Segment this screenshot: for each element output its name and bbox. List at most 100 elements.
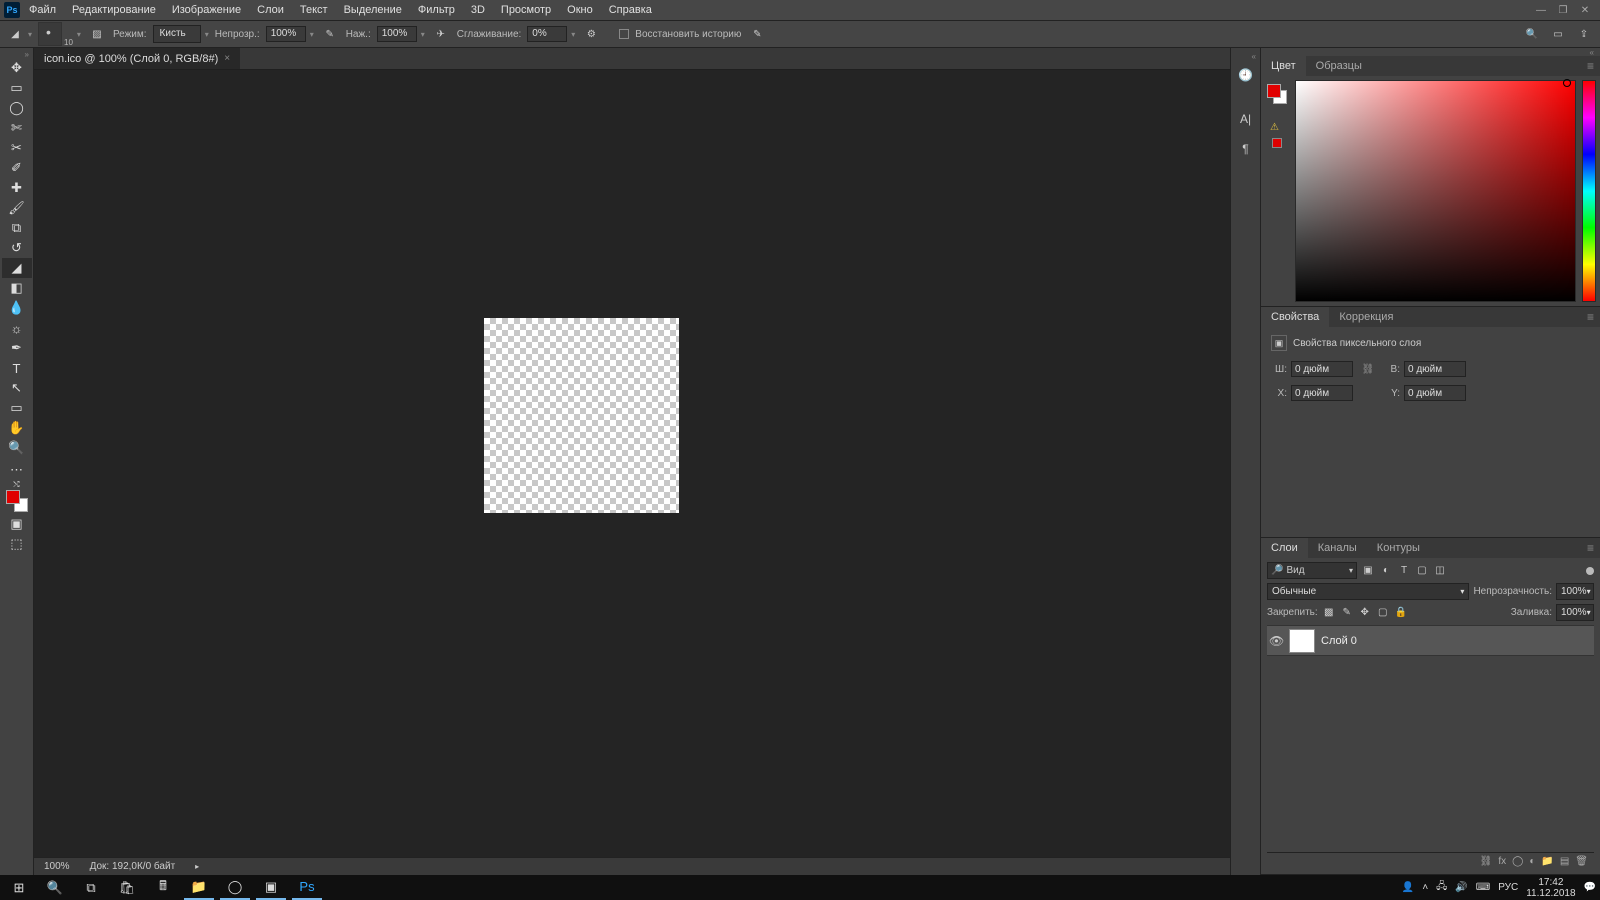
menu-file[interactable]: Файл	[22, 1, 63, 19]
tool-text[interactable]: T	[2, 358, 32, 378]
close-tab-icon[interactable]: ×	[224, 53, 230, 64]
tool-history-brush[interactable]: ↺	[2, 238, 32, 258]
tab-properties[interactable]: Свойства	[1261, 307, 1329, 327]
restore-history-checkbox[interactable]	[619, 29, 629, 39]
minimize-button[interactable]: ―	[1532, 3, 1550, 17]
explorer-button[interactable]: 📁	[184, 875, 214, 900]
tool-zoom[interactable]: 🔍	[2, 438, 32, 458]
search-button[interactable]: 🔍	[40, 875, 70, 900]
mask-icon[interactable]: ◯	[1512, 856, 1523, 867]
tab-paths[interactable]: Контуры	[1367, 538, 1430, 558]
tab-color[interactable]: Цвет	[1261, 56, 1306, 76]
app-button[interactable]: ▣	[256, 875, 286, 900]
keyboard-icon[interactable]: ⌨	[1476, 882, 1490, 893]
menu-window[interactable]: Окно	[560, 1, 600, 19]
tool-blur[interactable]: 💧	[2, 298, 32, 318]
photoshop-button[interactable]: Ps	[292, 875, 322, 900]
group-icon[interactable]: 📁	[1541, 856, 1553, 867]
search-icon[interactable]: 🔍	[1522, 24, 1542, 44]
filter-toggle[interactable]	[1586, 567, 1594, 575]
language-indicator[interactable]: РУС	[1498, 882, 1518, 893]
canvas-area[interactable]	[34, 70, 1230, 857]
tool-brush[interactable]: 🖌	[2, 198, 32, 218]
people-icon[interactable]: 👤	[1402, 882, 1414, 893]
layer-name-label[interactable]: Слой 0	[1321, 635, 1357, 647]
pressure-size-button[interactable]: ✎	[747, 24, 767, 44]
filter-smart-icon[interactable]: ◫	[1433, 564, 1447, 578]
pressure-opacity-button[interactable]: ✎	[320, 24, 340, 44]
layers-panel-menu-icon[interactable]: ≡	[1581, 541, 1600, 555]
lock-all-icon[interactable]: 🔒	[1394, 606, 1408, 620]
flow-input[interactable]: 100%	[377, 26, 417, 42]
menu-text[interactable]: Текст	[293, 1, 335, 19]
brush-panel-button[interactable]: ▨	[87, 24, 107, 44]
collapse-strip-icon[interactable]: «	[1252, 52, 1256, 56]
menu-layers[interactable]: Слои	[250, 1, 291, 19]
adjustment-layer-icon[interactable]: ◐	[1529, 856, 1535, 867]
layer-opacity-input[interactable]: 100%▾	[1556, 583, 1594, 600]
tool-quickmask[interactable]: ▣	[2, 514, 32, 534]
layer-row[interactable]: 👁 Слой 0	[1267, 626, 1594, 656]
menu-help[interactable]: Справка	[602, 1, 659, 19]
menu-select[interactable]: Выделение	[337, 1, 409, 19]
hue-slider[interactable]	[1582, 80, 1596, 302]
store-button[interactable]: 🛍	[112, 875, 142, 900]
lock-artboard-icon[interactable]: ▢	[1376, 606, 1390, 620]
share-icon[interactable]: ⇪	[1574, 24, 1594, 44]
workspace-icon[interactable]: ▭	[1548, 24, 1568, 44]
fx-icon[interactable]: fx	[1498, 856, 1506, 867]
lock-transparent-icon[interactable]: ▩	[1322, 606, 1336, 620]
menu-edit[interactable]: Редактирование	[65, 1, 163, 19]
new-layer-icon[interactable]: ▤	[1560, 856, 1569, 867]
color-swatch[interactable]	[6, 490, 28, 512]
clock[interactable]: 17:42 11.12.2018	[1526, 877, 1575, 899]
filter-pixel-icon[interactable]: ▣	[1361, 564, 1375, 578]
menu-image[interactable]: Изображение	[165, 1, 248, 19]
tool-screen-mode[interactable]: ⬚	[2, 534, 32, 554]
tool-hand[interactable]: ✋	[2, 418, 32, 438]
tool-lasso[interactable]: ◯	[2, 98, 32, 118]
tool-eyedropper[interactable]: ✐	[2, 158, 32, 178]
fill-input[interactable]: 100%▾	[1556, 604, 1594, 621]
color-panel-menu-icon[interactable]: ≡	[1581, 59, 1600, 73]
history-panel-icon[interactable]: 🕘	[1235, 64, 1257, 86]
foreground-color[interactable]	[6, 490, 20, 504]
tool-crop[interactable]: ✂	[2, 138, 32, 158]
width-input[interactable]	[1291, 361, 1353, 377]
tool-more[interactable]: ⋯	[2, 460, 32, 480]
tool-rect-marquee[interactable]: ▭	[2, 78, 32, 98]
canvas[interactable]	[484, 318, 679, 513]
menu-view[interactable]: Просмотр	[494, 1, 558, 19]
color-marker[interactable]	[1563, 79, 1571, 87]
opacity-input[interactable]: 100%	[266, 26, 306, 42]
tray-expand-icon[interactable]: ˄	[1422, 882, 1428, 893]
tool-rectangle[interactable]: ▭	[2, 398, 32, 418]
taskview-button[interactable]: ⧉	[76, 875, 106, 900]
start-button[interactable]: ⊞	[4, 875, 34, 900]
action-center-icon[interactable]: 💬	[1584, 882, 1596, 893]
tab-layers[interactable]: Слои	[1261, 538, 1308, 558]
tab-adjustments[interactable]: Коррекция	[1329, 307, 1403, 327]
brush-preset-button[interactable]: •	[38, 22, 62, 46]
tool-quick-select[interactable]: ✄	[2, 118, 32, 138]
character-panel-icon[interactable]: A|	[1235, 108, 1257, 130]
smoothing-input[interactable]: 0%	[527, 26, 567, 42]
filter-text-icon[interactable]: T	[1397, 564, 1411, 578]
airbrush-button[interactable]: ✈	[431, 24, 451, 44]
lock-pixels-icon[interactable]: ✎	[1340, 606, 1354, 620]
tab-swatches[interactable]: Образцы	[1306, 56, 1372, 76]
menu-3d[interactable]: 3D	[464, 1, 492, 19]
visibility-icon[interactable]: 👁	[1269, 634, 1283, 648]
x-input[interactable]	[1291, 385, 1353, 401]
chrome-button[interactable]: ◯	[220, 875, 250, 900]
lock-position-icon[interactable]: ✥	[1358, 606, 1372, 620]
maximize-button[interactable]: ❐	[1554, 3, 1572, 17]
mode-select[interactable]: Кисть	[153, 25, 201, 43]
color-panel-swatch[interactable]	[1267, 84, 1287, 104]
color-field[interactable]	[1295, 80, 1576, 302]
filter-adjust-icon[interactable]: ◐	[1379, 564, 1393, 578]
zoom-level[interactable]: 100%	[44, 861, 70, 872]
calculator-button[interactable]: 🖩	[148, 875, 178, 900]
tool-eraser[interactable]: ◢	[2, 258, 32, 278]
gear-icon[interactable]: ⚙	[581, 24, 601, 44]
